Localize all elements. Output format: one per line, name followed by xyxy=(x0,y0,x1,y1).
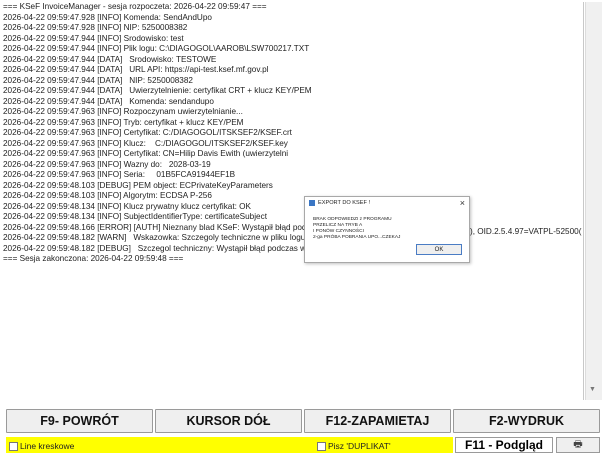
log-line: 2026-04-22 09:59:47.944 [INFO] Srodowisk… xyxy=(3,33,184,43)
log-line: 2026-04-22 09:59:47.963 [INFO] Certyfika… xyxy=(3,149,289,158)
log-line: 2026-04-22 09:59:47.963 [INFO] Klucz: C:… xyxy=(3,138,288,148)
log-scrollbar[interactable]: ▼ xyxy=(585,2,602,400)
log-line: === KSeF InvoiceManager - sesja rozpocze… xyxy=(3,2,267,11)
log-line: 2026-04-22 09:59:47.944 [DATA] NIP: 5250… xyxy=(3,75,193,85)
f11-preview-button[interactable]: F11 - Podgląd xyxy=(455,437,553,453)
ok-button[interactable]: OK xyxy=(416,244,462,255)
close-icon[interactable]: × xyxy=(460,197,465,209)
line-style-checkbox[interactable]: Line kreskowe xyxy=(9,441,74,451)
log-line: 2026-04-22 09:59:47.963 [INFO] Certyfika… xyxy=(3,128,292,137)
log-line: 2026-04-22 09:59:47.944 [DATA] Komenda: … xyxy=(3,96,214,106)
bottom-bar: Line kreskowe Pisz 'DUPLIKAT' F11 - Podg… xyxy=(0,435,603,453)
app-icon xyxy=(309,200,315,206)
duplicate-checkbox[interactable]: Pisz 'DUPLIKAT' xyxy=(317,441,391,451)
dialog-message-line: 2-ga PRÓBA POBRANIA UPO...CZEKAJ xyxy=(313,235,401,240)
line-style-label: Line kreskowe xyxy=(20,441,75,451)
log-line: 2026-04-22 09:59:48.103 [DEBUG] PEM obje… xyxy=(3,180,273,190)
log-line: === Sesja zakonczona: 2026-04-22 09:59:4… xyxy=(3,254,184,263)
function-button-bar: F9- POWRÓT KURSOR DÓŁ F12-ZAPAMIETAJ F2-… xyxy=(6,409,600,433)
log-line: 2026-04-22 09:59:47.963 [INFO] Tryb: cer… xyxy=(3,117,244,127)
log-line: 2026-04-22 09:59:47.944 [DATA] Uwierzyte… xyxy=(3,86,312,95)
log-line: 2026-04-22 09:59:47.944 [DATA] URL API: … xyxy=(3,65,269,74)
f12-save-button[interactable]: F12-ZAPAMIETAJ xyxy=(304,409,451,433)
log-overflow-text: ), OID.2.5.4.97=VATPL-52500( xyxy=(470,227,582,236)
cursor-down-button[interactable]: KURSOR DÓŁ xyxy=(155,409,302,433)
log-line: 2026-04-22 09:59:47.963 [INFO] Seria: 01… xyxy=(3,170,236,179)
log-line: 2026-04-22 09:59:47.928 [INFO] Komenda: … xyxy=(3,12,212,22)
log-line: 2026-04-22 09:59:48.182 [DEBUG] Szczegol… xyxy=(3,243,369,253)
log-line: 2026-04-22 09:59:48.103 [INFO] Algorytm:… xyxy=(3,191,212,200)
log-line: 2026-04-22 09:59:47.963 [INFO] Rozpoczyn… xyxy=(3,107,243,116)
print-button[interactable]: 🖶 xyxy=(556,437,600,453)
log-line: 2026-04-22 09:59:48.134 [INFO] SubjectId… xyxy=(3,212,267,221)
dialog-message: BRAK ODPOWIEDZI z PROGRAMU PRZELICZ NA TR… xyxy=(313,217,463,241)
log-line: 2026-04-22 09:59:47.944 [DATA] Srodowisk… xyxy=(3,54,217,64)
log-line: 2026-04-22 09:59:47.963 [INFO] Wazny do:… xyxy=(3,159,211,169)
f9-back-button[interactable]: F9- POWRÓT xyxy=(6,409,153,433)
log-line: 2026-04-22 09:59:47.944 [INFO] Plik logu… xyxy=(3,44,310,53)
f2-print-button[interactable]: F2-WYDRUK xyxy=(453,409,600,433)
export-dialog: EXPORT DO KSEF ! × BRAK ODPOWIEDZI z PRO… xyxy=(304,196,470,263)
printer-icon: 🖶 xyxy=(573,438,583,450)
dialog-title: EXPORT DO KSEF ! xyxy=(318,200,371,206)
duplicate-label: Pisz 'DUPLIKAT' xyxy=(328,441,391,451)
log-line: 2026-04-22 09:59:48.134 [INFO] Klucz pry… xyxy=(3,201,252,211)
log-output-area[interactable]: === KSeF InvoiceManager - sesja rozpocze… xyxy=(3,2,584,400)
checkbox-box[interactable] xyxy=(317,441,326,451)
scroll-down-arrow-icon[interactable]: ▼ xyxy=(589,386,596,393)
dialog-title-bar: EXPORT DO KSEF ! × xyxy=(305,197,469,209)
checkbox-box[interactable] xyxy=(9,441,18,451)
invoice-manager-window: === KSeF InvoiceManager - sesja rozpocze… xyxy=(0,0,603,453)
log-line: 2026-04-22 09:59:47.928 [INFO] NIP: 5250… xyxy=(3,23,188,32)
